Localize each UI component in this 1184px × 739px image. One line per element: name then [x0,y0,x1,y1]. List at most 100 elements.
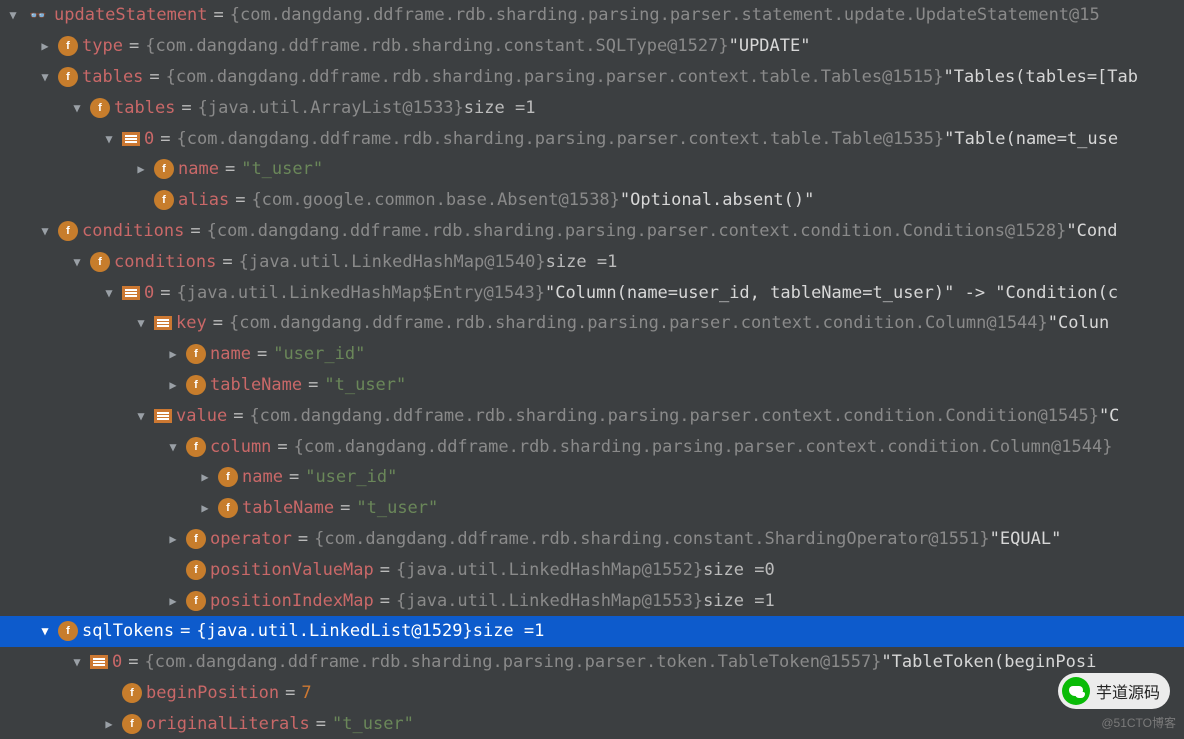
tree-row[interactable]: beginPosition = 7 [0,678,1184,709]
equals-sign: = [380,560,390,580]
tree-row[interactable]: ▼value = {com.dangdang.ddframe.rdb.shard… [0,400,1184,431]
variable-type: {com.dangdang.ddframe.rdb.sharding.parsi… [230,5,1100,25]
variable-type: {java.util.LinkedList@1529} [196,621,472,641]
variable-type: {com.dangdang.ddframe.rdb.sharding.parsi… [177,129,945,149]
tree-row[interactable]: ▼conditions = {java.util.LinkedHashMap@1… [0,246,1184,277]
expand-toggle-icon[interactable]: ▼ [164,438,182,456]
field-icon [90,98,110,118]
expand-toggle-icon[interactable]: ▶ [164,530,182,548]
tree-row[interactable]: ▼tables = {java.util.ArrayList@1533} siz… [0,92,1184,123]
variable-name: updateStatement [54,5,208,25]
variable-value-string: "t_user" [356,498,438,518]
field-icon [154,159,174,179]
equals-sign: = [340,498,350,518]
expand-toggle-icon[interactable]: ▼ [68,253,86,271]
tree-row[interactable]: ▶tableName = "t_user" [0,370,1184,401]
tree-row[interactable]: positionValueMap = {java.util.LinkedHash… [0,554,1184,585]
expand-toggle-icon[interactable]: ▼ [68,653,86,671]
variable-name: 0 [144,283,154,303]
variable-name: alias [178,190,229,210]
equals-sign: = [128,652,138,672]
expand-toggle-icon[interactable]: ▼ [36,68,54,86]
tree-row[interactable]: ▶name = "user_id" [0,339,1184,370]
equals-sign: = [298,529,308,549]
variable-value-string: "TableToken(beginPosi [881,652,1096,672]
tree-row[interactable]: ▶ name = "user_id" [0,462,1184,493]
expand-toggle-icon[interactable]: ▶ [100,715,118,733]
variable-name: operator [210,529,292,549]
tree-row[interactable]: ▶originalLiterals = "t_user" [0,708,1184,739]
variable-value-string: "Table(name=t_use [944,129,1118,149]
size-label: size = [703,560,764,580]
field-icon [186,591,206,611]
array-element-icon [122,286,140,300]
variable-name: name [242,467,283,487]
field-icon [58,67,78,87]
expand-toggle-icon[interactable]: ▼ [132,314,150,332]
expand-toggle-icon[interactable]: ▼ [4,6,22,24]
expand-toggle-icon[interactable]: ▼ [100,130,118,148]
tree-row[interactable]: ▶name = "t_user" [0,154,1184,185]
variable-name: positionValueMap [210,560,374,580]
tree-row[interactable]: ▶tableName = "t_user" [0,493,1184,524]
equals-sign: = [222,252,232,272]
variable-value-string: "EQUAL" [990,529,1062,549]
debugger-variables-tree[interactable]: ▼ updateStatement = {com.dangdang.ddframe… [0,0,1184,739]
field-icon [122,714,142,734]
expand-toggle-icon[interactable]: ▶ [132,160,150,178]
expand-toggle-icon[interactable]: ▶ [164,592,182,610]
no-arrow [164,561,182,579]
expand-toggle-icon[interactable]: ▶ [164,376,182,394]
equals-sign: = [160,129,170,149]
variable-value-string: "user_id" [305,467,397,487]
tree-row[interactable]: ▼0 = {java.util.LinkedHashMap$Entry@1543… [0,277,1184,308]
expand-toggle-icon[interactable]: ▼ [132,407,150,425]
variable-type: {com.dangdang.ddframe.rdb.sharding.parsi… [229,313,1048,333]
variable-name: name [210,344,251,364]
variable-type: {com.dangdang.ddframe.rdb.sharding.parsi… [166,67,944,87]
expand-toggle-icon[interactable]: ▼ [100,284,118,302]
expand-toggle-icon[interactable]: ▶ [196,468,214,486]
tree-row[interactable]: ▼ updateStatement = {com.dangdang.ddframe… [0,0,1184,31]
expand-toggle-icon[interactable]: ▶ [36,37,54,55]
tree-row[interactable]: ▼0 = {com.dangdang.ddframe.rdb.sharding.… [0,123,1184,154]
field-icon [186,375,206,395]
size-value: 1 [534,621,544,641]
array-element-icon [122,132,140,146]
equals-sign: = [214,5,224,25]
tree-row[interactable]: ▼sqlTokens = {java.util.LinkedList@1529}… [0,616,1184,647]
field-icon [122,683,142,703]
variable-value-string: "UPDATE" [729,36,811,56]
equals-sign: = [225,159,235,179]
variable-type: {java.util.LinkedHashMap$Entry@1543} [177,283,545,303]
variable-name: conditions [82,221,184,241]
tree-row[interactable]: alias = {com.google.common.base.Absent@1… [0,185,1184,216]
tree-row[interactable]: ▼0 = {com.dangdang.ddframe.rdb.sharding.… [0,647,1184,678]
field-icon [218,467,238,487]
variable-type: {com.dangdang.ddframe.rdb.sharding.parsi… [207,221,1067,241]
expand-toggle-icon[interactable]: ▶ [164,345,182,363]
tree-row[interactable]: ▼column = {com.dangdang.ddframe.rdb.shar… [0,431,1184,462]
field-icon [58,221,78,241]
variable-name: conditions [114,252,216,272]
equals-sign: = [316,714,326,734]
expand-toggle-icon[interactable]: ▼ [36,222,54,240]
tree-row[interactable]: ▼tables = {com.dangdang.ddframe.rdb.shar… [0,62,1184,93]
tree-row[interactable]: ▶positionIndexMap = {java.util.LinkedHas… [0,585,1184,616]
equals-sign: = [289,467,299,487]
no-arrow [100,684,118,702]
variable-value-string: "Colun [1048,313,1109,333]
equals-sign: = [308,375,318,395]
expand-toggle-icon[interactable]: ▼ [68,99,86,117]
variable-name: tables [82,67,143,87]
variable-type: {com.dangdang.ddframe.rdb.sharding.const… [145,36,728,56]
tree-row[interactable]: ▼key = {com.dangdang.ddframe.rdb.shardin… [0,308,1184,339]
expand-toggle-icon[interactable]: ▶ [196,499,214,517]
expand-toggle-icon[interactable]: ▼ [36,622,54,640]
tree-row[interactable]: ▶operator = {com.dangdang.ddframe.rdb.sh… [0,524,1184,555]
field-icon [58,621,78,641]
tree-row[interactable]: ▶type = {com.dangdang.ddframe.rdb.shardi… [0,31,1184,62]
variable-name: positionIndexMap [210,591,374,611]
size-value: 1 [607,252,617,272]
tree-row[interactable]: ▼conditions = {com.dangdang.ddframe.rdb.… [0,216,1184,247]
